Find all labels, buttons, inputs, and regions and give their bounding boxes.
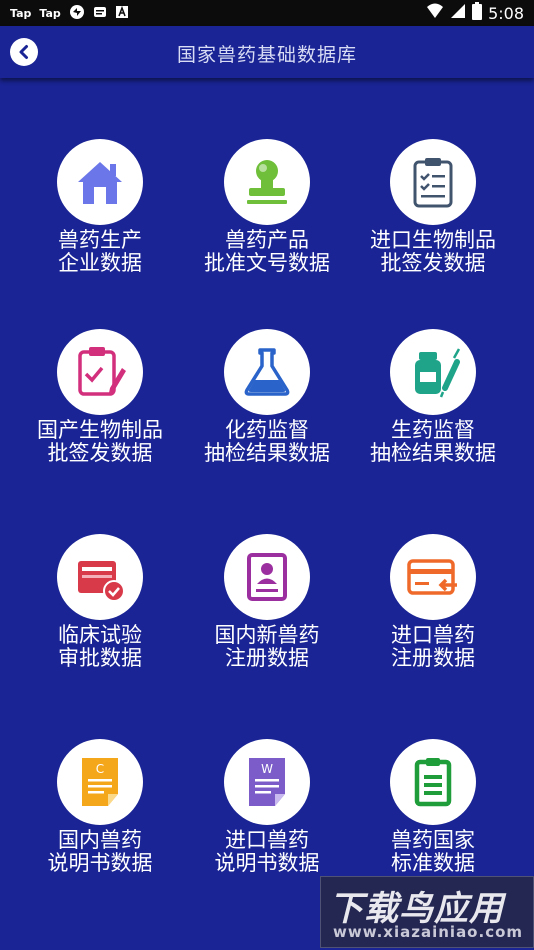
tile-national-standards[interactable]: 兽药国家 标准数据	[350, 739, 516, 875]
tile-label-line2: 审批数据	[58, 646, 142, 670]
tile-label-line2: 标准数据	[391, 851, 475, 875]
tile-domestic-biologics[interactable]: 国产生物制品 批签发数据	[17, 329, 183, 465]
watermark-url: www.xiazainiao.com	[333, 923, 524, 941]
tile-label-line2: 说明书数据	[214, 851, 320, 875]
tile-icon-circle: W	[224, 739, 310, 825]
tile-label-line2: 抽检结果数据	[204, 441, 330, 465]
tile-domestic-instructions[interactable]: C 国内兽药 说明书数据	[17, 739, 183, 875]
clipboard-list-icon	[414, 758, 452, 807]
tile-label-line1: 国内新兽药	[214, 623, 320, 647]
tile-label-line1: 兽药国家	[391, 828, 475, 852]
tile-icon-circle	[57, 534, 143, 620]
watermark: 下载鸟应用 www.xiazainiao.com	[320, 876, 534, 948]
tile-label-line2: 注册数据	[391, 646, 475, 670]
tile-label-line2: 说明书数据	[47, 851, 153, 875]
tile-label-line2: 抽检结果数据	[370, 441, 496, 465]
database-grid: 兽药生产 企业数据 兽药产品 批准文号数据 进口生物制品 批签发数据 国产生物制…	[0, 0, 534, 950]
clipboard-checklist-icon	[413, 158, 453, 208]
tile-icon-circle	[390, 534, 476, 620]
tile-label-line2: 注册数据	[225, 646, 309, 670]
svg-text:C: C	[96, 762, 104, 776]
tile-biologic-inspection[interactable]: 生药监督 抽检结果数据	[350, 329, 516, 465]
tile-icon-circle	[390, 139, 476, 225]
stamp-icon	[247, 160, 287, 204]
tile-icon-circle: C	[57, 739, 143, 825]
tile-label-line1: 国产生物制品	[37, 418, 163, 442]
tile-product-approval[interactable]: 兽药产品 批准文号数据	[184, 139, 350, 275]
tile-new-drug-registration[interactable]: 国内新兽药 注册数据	[184, 534, 350, 670]
tile-icon-circle	[57, 139, 143, 225]
tile-enterprise-data[interactable]: 兽药生产 企业数据	[17, 139, 183, 275]
tile-icon-circle	[390, 739, 476, 825]
tile-icon-circle	[224, 329, 310, 415]
tile-label-line1: 国内兽药	[58, 828, 142, 852]
clipboard-pen-icon	[78, 347, 126, 396]
tile-label-line2: 批签发数据	[380, 251, 486, 275]
tile-label-line1: 进口生物制品	[370, 228, 496, 252]
tile-label-line1: 进口兽药	[225, 828, 309, 852]
tile-label-line2: 批准文号数据	[204, 251, 330, 275]
tile-icon-circle	[224, 534, 310, 620]
document-c-icon: C	[82, 758, 118, 806]
tile-icon-circle	[57, 329, 143, 415]
card-approved-icon	[78, 561, 125, 602]
house-icon	[78, 162, 122, 204]
vial-syringe-icon	[415, 348, 461, 398]
tile-label-line2: 企业数据	[58, 251, 142, 275]
tile-chemical-inspection[interactable]: 化药监督 抽检结果数据	[184, 329, 350, 465]
flask-icon	[244, 348, 290, 396]
tile-label-line1: 化药监督	[225, 418, 309, 442]
tile-import-biologics[interactable]: 进口生物制品 批签发数据	[350, 139, 516, 275]
tile-clinical-trial[interactable]: 临床试验 审批数据	[17, 534, 183, 670]
tile-import-instructions[interactable]: W 进口兽药 说明书数据	[184, 739, 350, 875]
svg-text:W: W	[261, 762, 273, 776]
tile-icon-circle	[224, 139, 310, 225]
tile-icon-circle	[390, 329, 476, 415]
tile-label-line1: 进口兽药	[391, 623, 475, 647]
tile-import-drug-registration[interactable]: 进口兽药 注册数据	[350, 534, 516, 670]
tile-label-line2: 批签发数据	[47, 441, 153, 465]
id-document-icon	[247, 553, 287, 601]
tile-label-line1: 兽药产品	[225, 228, 309, 252]
card-import-icon	[407, 559, 457, 595]
tile-label-line1: 临床试验	[58, 623, 142, 647]
document-w-icon: W	[249, 758, 285, 806]
tile-label-line1: 兽药生产	[58, 228, 142, 252]
tile-label-line1: 生药监督	[391, 418, 475, 442]
